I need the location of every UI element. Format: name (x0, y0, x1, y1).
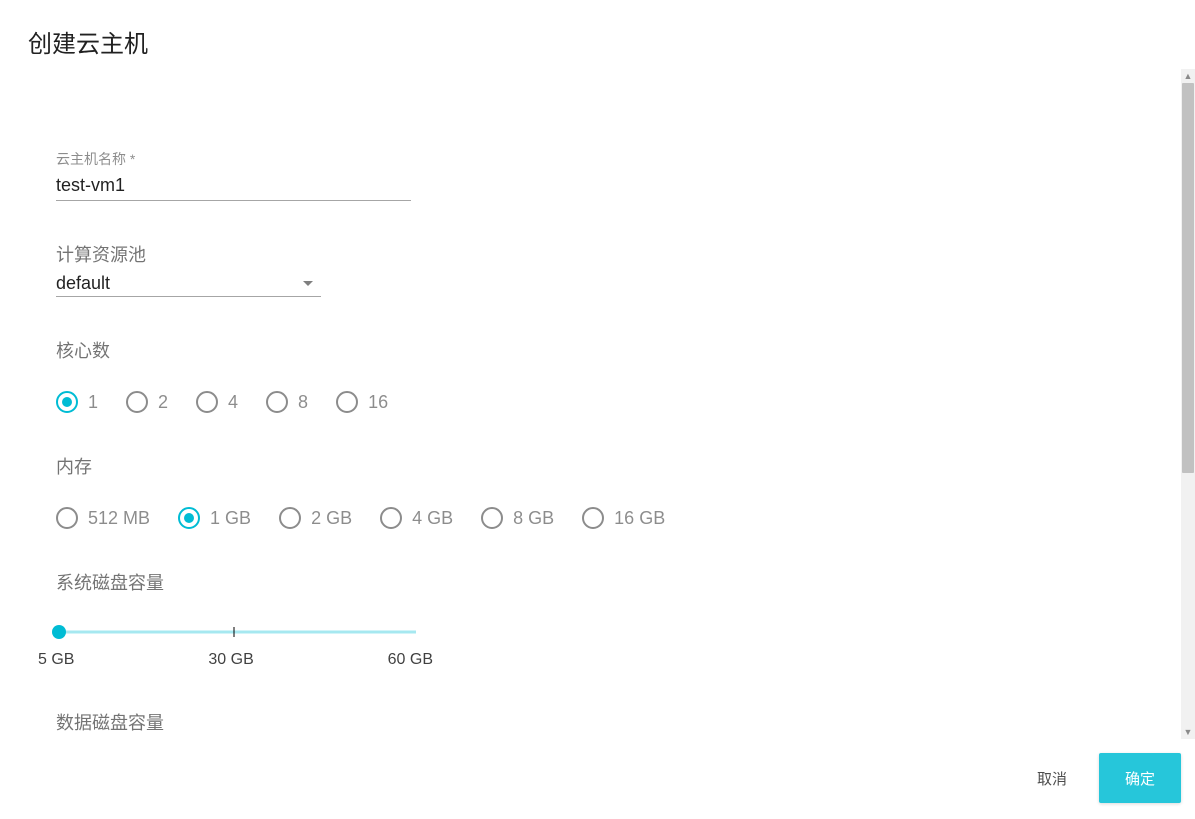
radio-label: 1 (88, 392, 98, 413)
radio-icon (481, 507, 503, 529)
cores-option-8[interactable]: 8 (266, 391, 308, 413)
radio-icon (56, 391, 78, 413)
scrollbar-arrow-down-icon[interactable]: ▼ (1181, 725, 1195, 739)
create-vm-dialog: 创建云主机 云主机名称 * 计算资源池 default 核心数 (0, 0, 1195, 819)
slider-track (59, 631, 416, 634)
radio-label: 8 GB (513, 508, 554, 529)
resource-pool-label: 计算资源池 (56, 241, 1181, 267)
vm-name-label: 云主机名称 * (56, 149, 1181, 169)
sysdisk-tick-max: 60 GB (388, 651, 433, 669)
radio-label: 8 (298, 392, 308, 413)
field-memory: 内存 512 MB 1 GB 2 GB 4 GB 8 GB 16 GB (56, 453, 1181, 529)
memory-option-16-gb[interactable]: 16 GB (582, 507, 665, 529)
radio-icon (279, 507, 301, 529)
datadisk-label: 数据磁盘容量 (56, 709, 1181, 735)
radio-icon (178, 507, 200, 529)
sysdisk-slider-block: 5 GB 30 GB 60 GB (56, 623, 1181, 669)
field-vm-name: 云主机名称 * (56, 149, 1181, 201)
sysdisk-slider[interactable] (51, 623, 416, 641)
cores-option-4[interactable]: 4 (196, 391, 238, 413)
memory-option-1-gb[interactable]: 1 GB (178, 507, 251, 529)
dialog-title: 创建云主机 (0, 0, 1195, 69)
field-cores: 核心数 1 2 4 8 16 (56, 337, 1181, 413)
dialog-actions: 取消 确定 (0, 739, 1195, 819)
radio-label: 16 (368, 392, 388, 413)
field-sysdisk: 系统磁盘容量 5 GB 30 GB 60 GB (56, 569, 1181, 669)
dialog-body: 云主机名称 * 计算资源池 default 核心数 124816 内 (0, 69, 1181, 739)
scrollbar[interactable]: ▲ ▼ (1181, 69, 1195, 739)
radio-icon (380, 507, 402, 529)
cancel-button[interactable]: 取消 (1027, 759, 1077, 797)
radio-icon (126, 391, 148, 413)
radio-label: 4 (228, 392, 238, 413)
memory-option-8-gb[interactable]: 8 GB (481, 507, 554, 529)
sysdisk-tick-min: 5 GB (38, 651, 74, 669)
cores-option-1[interactable]: 1 (56, 391, 98, 413)
slider-thumb[interactable] (52, 625, 66, 639)
memory-option-2-gb[interactable]: 2 GB (279, 507, 352, 529)
vm-name-input[interactable] (56, 175, 411, 196)
memory-option-512-mb[interactable]: 512 MB (56, 507, 150, 529)
scrollbar-thumb[interactable] (1182, 83, 1194, 473)
field-resource-pool: 计算资源池 default (56, 241, 1181, 297)
confirm-button[interactable]: 确定 (1099, 753, 1181, 803)
sysdisk-label: 系统磁盘容量 (56, 569, 1181, 595)
memory-option-4-gb[interactable]: 4 GB (380, 507, 453, 529)
radio-icon (266, 391, 288, 413)
radio-label: 1 GB (210, 508, 251, 529)
cores-radio-group: 1 2 4 8 16 (56, 391, 1181, 413)
dialog-body-wrap: 云主机名称 * 计算资源池 default 核心数 124816 内 (0, 69, 1195, 739)
radio-icon (336, 391, 358, 413)
radio-label: 2 (158, 392, 168, 413)
sysdisk-tick-mid: 30 GB (208, 651, 253, 669)
slider-tick-mid (233, 627, 235, 637)
memory-label: 内存 (56, 453, 1181, 479)
resource-pool-value: default (56, 273, 110, 294)
scrollbar-arrow-up-icon[interactable]: ▲ (1181, 69, 1195, 83)
radio-label: 512 MB (88, 508, 150, 529)
radio-icon (582, 507, 604, 529)
radio-label: 16 GB (614, 508, 665, 529)
vm-name-input-wrap (56, 175, 411, 201)
radio-icon (196, 391, 218, 413)
resource-pool-select[interactable]: default (56, 273, 321, 297)
cores-label: 核心数 (56, 337, 1181, 363)
sysdisk-slider-labels: 5 GB 30 GB 60 GB (38, 651, 433, 669)
chevron-down-icon (303, 281, 313, 286)
radio-label: 2 GB (311, 508, 352, 529)
cores-option-16[interactable]: 16 (336, 391, 388, 413)
radio-icon (56, 507, 78, 529)
memory-radio-group: 512 MB 1 GB 2 GB 4 GB 8 GB 16 GB (56, 507, 1181, 529)
radio-label: 4 GB (412, 508, 453, 529)
cores-option-2[interactable]: 2 (126, 391, 168, 413)
field-datadisk: 数据磁盘容量 (56, 709, 1181, 735)
